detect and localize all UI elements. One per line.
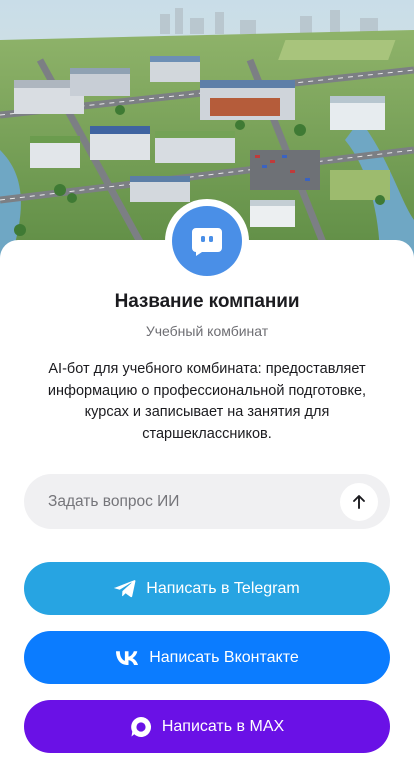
arrow-up-icon [353, 495, 365, 509]
send-button[interactable] [340, 483, 378, 521]
telegram-button-label: Написать в Telegram [146, 579, 300, 597]
telegram-icon [114, 579, 136, 598]
ask-ai-input[interactable] [48, 474, 328, 529]
company-description: AI-бот для учебного комбината: предостав… [47, 361, 367, 442]
max-button[interactable]: Написать в MAX [24, 700, 390, 753]
vk-button[interactable]: Написать Вконтакте [24, 631, 390, 684]
max-icon [130, 716, 152, 738]
telegram-button[interactable]: Написать в Telegram [24, 562, 390, 615]
max-button-label: Написать в MAX [161, 717, 285, 735]
company-name: Название компании [114, 291, 300, 312]
company-subtitle: Учебный комбинат [145, 323, 269, 339]
chat-bot-avatar-icon [172, 206, 242, 276]
ask-ai-field[interactable] [24, 474, 390, 529]
vk-icon [115, 650, 139, 665]
vk-button-label: Написать Вконтакте [149, 648, 299, 666]
